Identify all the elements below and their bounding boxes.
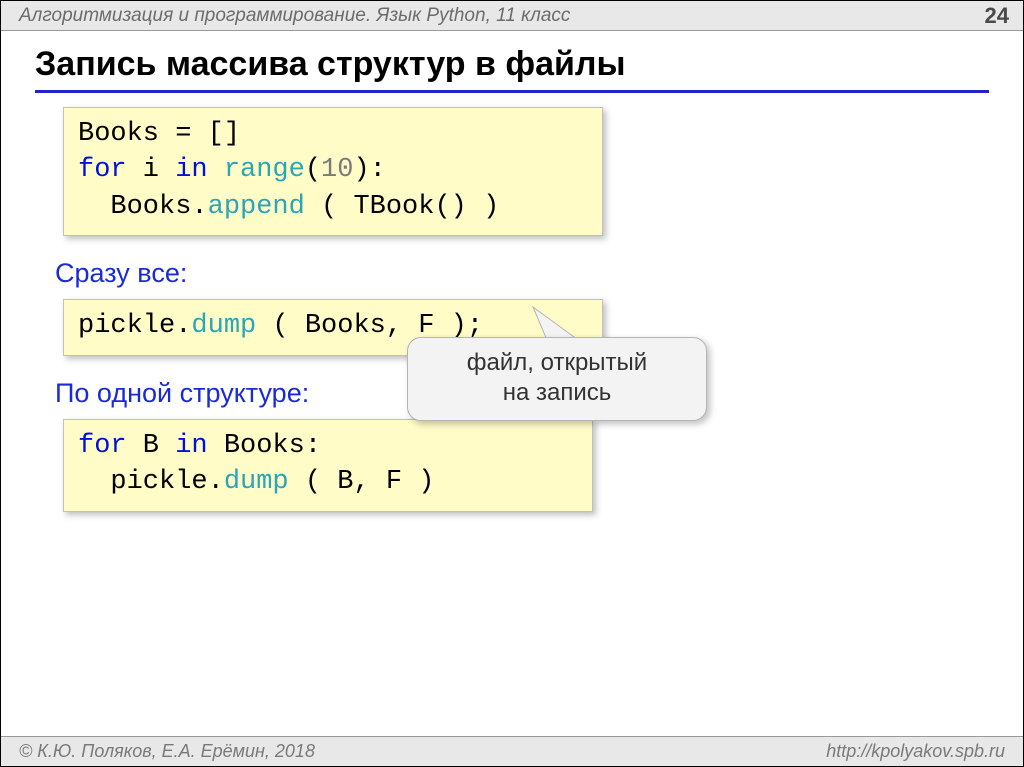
- slide-content: Запись массива структур в файлы Books = …: [1, 31, 1023, 528]
- slide-header: Алгоритмизация и программирование. Язык …: [1, 1, 1023, 31]
- course-title: Алгоритмизация и программирование. Язык …: [19, 5, 570, 27]
- subhead-all: Сразу все:: [55, 258, 989, 289]
- slide-footer: © К.Ю. Поляков, Е.А. Ерёмин, 2018 http:/…: [1, 736, 1023, 766]
- callout-box: файл, открытый на запись: [407, 337, 707, 421]
- callout-line1: файл, открытый: [422, 348, 692, 378]
- page-number: 24: [985, 3, 1009, 29]
- code-block-1: Books = [] for i in range(10): Books.app…: [63, 107, 603, 236]
- slide-title: Запись массива структур в файлы: [35, 45, 989, 93]
- code-block-3: for B in Books: pickle.dump ( B, F ): [63, 419, 593, 512]
- footer-authors: © К.Ю. Поляков, Е.А. Ерёмин, 2018: [19, 741, 315, 762]
- callout-line2: на запись: [422, 378, 692, 408]
- footer-url: http://kpolyakov.spb.ru: [826, 741, 1005, 762]
